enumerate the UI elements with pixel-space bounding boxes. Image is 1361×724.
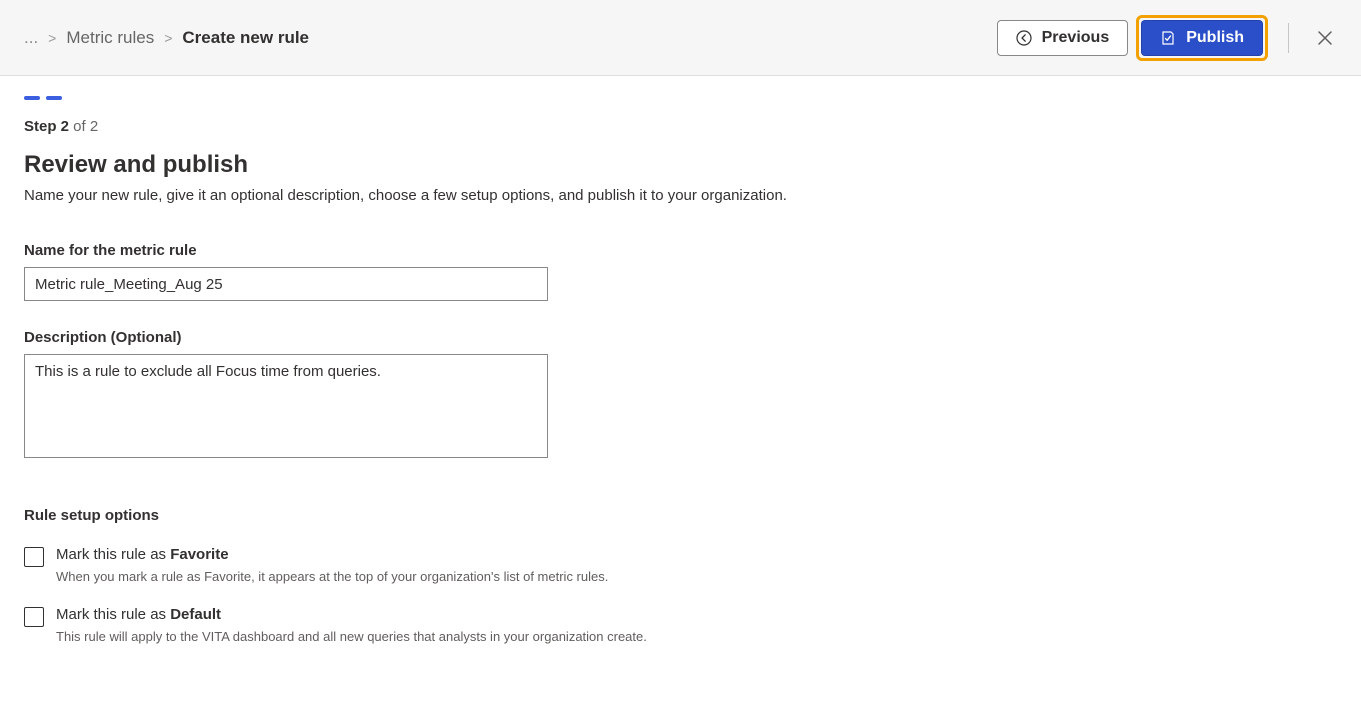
- step-label: Step 2 of 2: [24, 118, 1337, 135]
- step-mark-1: [24, 96, 40, 100]
- page-header: ... > Metric rules > Create new rule Pre…: [0, 0, 1361, 76]
- default-hint: This rule will apply to the VITA dashboa…: [56, 629, 647, 644]
- breadcrumb-metric-rules[interactable]: Metric rules: [66, 28, 154, 48]
- description-input[interactable]: This is a rule to exclude all Focus time…: [24, 354, 548, 458]
- close-icon: [1315, 28, 1335, 48]
- default-option: Mark this rule as Default This rule will…: [24, 606, 1337, 644]
- chevron-right-icon: >: [164, 30, 172, 46]
- setup-title: Rule setup options: [24, 507, 1337, 524]
- header-actions: Previous Publish: [997, 15, 1341, 61]
- favorite-checkbox[interactable]: [24, 547, 44, 567]
- step-mark-2: [46, 96, 62, 100]
- previous-label: Previous: [1042, 29, 1110, 47]
- divider: [1288, 23, 1289, 53]
- publish-icon: [1160, 30, 1176, 46]
- publish-button[interactable]: Publish: [1141, 20, 1263, 56]
- breadcrumb-current: Create new rule: [182, 28, 309, 48]
- previous-button[interactable]: Previous: [997, 20, 1129, 56]
- favorite-option: Mark this rule as Favorite When you mark…: [24, 546, 1337, 584]
- step-progress: [24, 96, 1337, 100]
- default-checkbox[interactable]: [24, 607, 44, 627]
- description-label: Description (Optional): [24, 329, 1337, 346]
- page-content: Step 2 of 2 Review and publish Name your…: [0, 76, 1361, 686]
- favorite-text: Mark this rule as Favorite When you mark…: [56, 546, 608, 584]
- publish-highlight: Publish: [1136, 15, 1268, 61]
- name-input[interactable]: [24, 267, 548, 301]
- close-button[interactable]: [1309, 22, 1341, 54]
- chevron-right-icon: >: [48, 30, 56, 46]
- page-title: Review and publish: [24, 151, 1337, 179]
- favorite-bold: Favorite: [170, 546, 228, 563]
- breadcrumb: ... > Metric rules > Create new rule: [24, 28, 309, 48]
- breadcrumb-ellipsis[interactable]: ...: [24, 28, 38, 48]
- step-total: of 2: [69, 118, 98, 135]
- publish-label: Publish: [1186, 29, 1244, 47]
- step-current: Step 2: [24, 118, 69, 135]
- name-label: Name for the metric rule: [24, 242, 1337, 259]
- favorite-hint: When you mark a rule as Favorite, it app…: [56, 569, 608, 584]
- chevron-left-circle-icon: [1016, 30, 1032, 46]
- default-bold: Default: [170, 606, 221, 623]
- default-prefix: Mark this rule as: [56, 606, 170, 623]
- favorite-prefix: Mark this rule as: [56, 546, 170, 563]
- default-text: Mark this rule as Default This rule will…: [56, 606, 647, 644]
- page-subtitle: Name your new rule, give it an optional …: [24, 187, 1337, 204]
